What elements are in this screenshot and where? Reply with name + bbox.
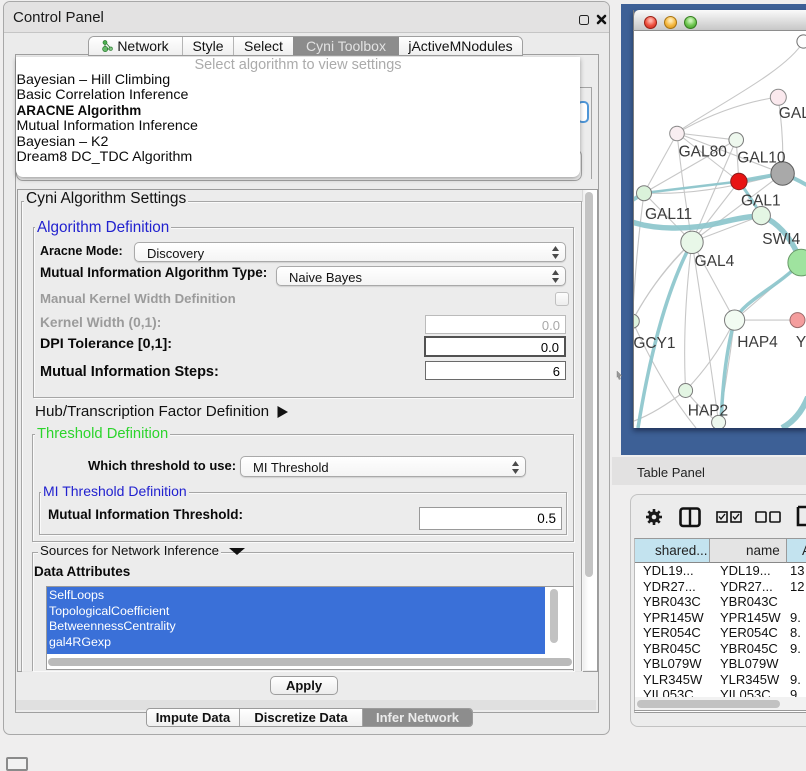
- svg-text:GAL4: GAL4: [695, 253, 735, 270]
- svg-text:Y: Y: [796, 334, 806, 351]
- svg-text:GAL11: GAL11: [645, 206, 692, 223]
- svg-text:HAP2: HAP2: [688, 403, 729, 420]
- svg-text:GAL1: GAL1: [741, 193, 781, 210]
- svg-text:GAL10: GAL10: [737, 150, 786, 167]
- svg-text:GAL80: GAL80: [679, 144, 728, 161]
- svg-text:SWI4: SWI4: [762, 231, 800, 248]
- svg-text:GCY1: GCY1: [634, 335, 676, 352]
- svg-text:GAL7: GAL7: [779, 105, 806, 122]
- svg-text:HAP4: HAP4: [737, 334, 778, 351]
